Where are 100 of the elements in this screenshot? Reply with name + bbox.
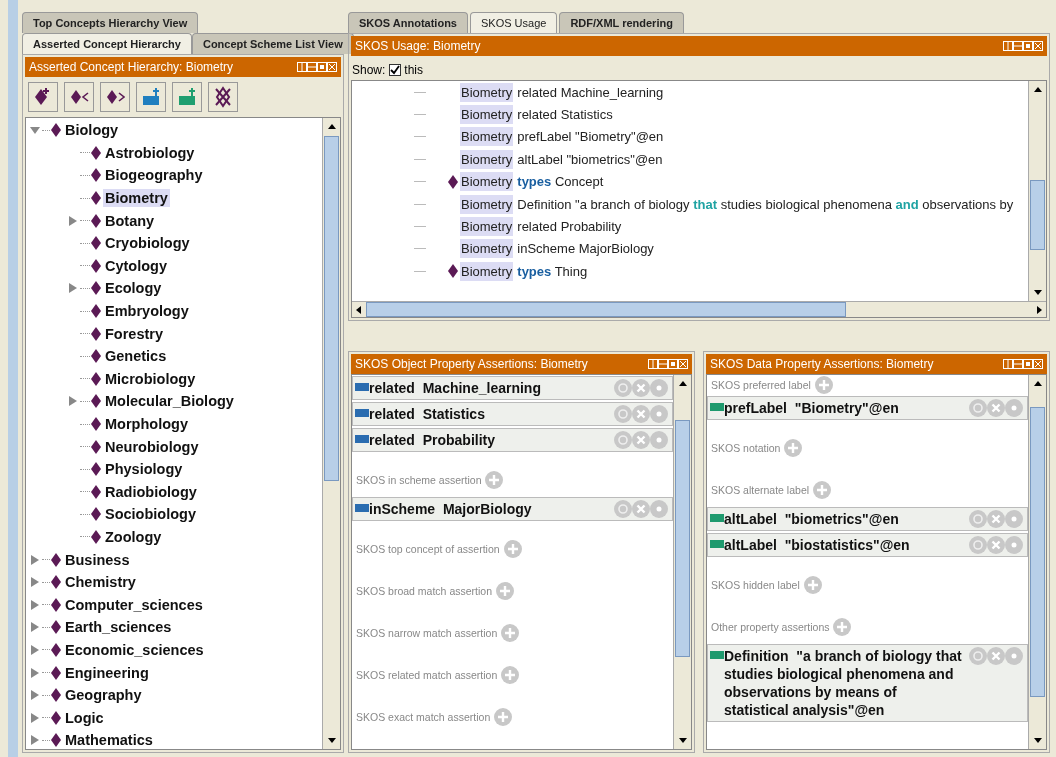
tree-item[interactable]: Genetics bbox=[103, 347, 169, 366]
tab[interactable]: Concept Scheme List View bbox=[191, 33, 354, 54]
collapsed-icon[interactable] bbox=[30, 577, 40, 588]
add-button[interactable] bbox=[803, 576, 822, 594]
vertical-scrollbar[interactable] bbox=[322, 118, 340, 749]
info-button[interactable] bbox=[650, 405, 668, 423]
tree-item[interactable]: Earth_sciences bbox=[63, 618, 174, 637]
delete-button[interactable] bbox=[987, 536, 1005, 554]
annotate-button[interactable] bbox=[969, 510, 987, 528]
horizontal-scrollbar[interactable] bbox=[352, 301, 1046, 317]
collapsed-icon[interactable] bbox=[30, 712, 40, 723]
tree-item[interactable]: Botany bbox=[103, 211, 157, 230]
tree-item[interactable]: Economic_sciences bbox=[63, 640, 206, 659]
tree-item[interactable]: Physiology bbox=[103, 460, 185, 479]
info-button[interactable] bbox=[1005, 647, 1023, 665]
delete-button[interactable] bbox=[632, 500, 650, 518]
annotate-button[interactable] bbox=[614, 379, 632, 397]
tab[interactable]: SKOS Annotations bbox=[348, 12, 468, 33]
scrollbar-thumb[interactable] bbox=[1030, 406, 1045, 698]
view-controls-icon[interactable] bbox=[1003, 41, 1043, 51]
add-button[interactable] bbox=[496, 582, 514, 600]
delete-button[interactable] bbox=[632, 431, 650, 449]
add-button[interactable] bbox=[485, 471, 504, 489]
add-button[interactable] bbox=[813, 481, 832, 499]
annotate-button[interactable] bbox=[614, 431, 632, 449]
tree-item[interactable]: Radiobiology bbox=[103, 482, 199, 501]
tree-item[interactable]: Molecular_Biology bbox=[103, 392, 236, 411]
view-controls-icon[interactable] bbox=[1003, 359, 1043, 369]
collapsed-icon[interactable] bbox=[30, 622, 40, 633]
collapsed-icon[interactable] bbox=[30, 735, 40, 746]
info-button[interactable] bbox=[650, 431, 668, 449]
tree-item[interactable]: Ecology bbox=[103, 279, 164, 298]
tree-item[interactable]: Computer_sciences bbox=[63, 595, 205, 614]
tree-item[interactable]: Logic bbox=[63, 708, 106, 727]
tab[interactable]: Asserted Concept Hierarchy bbox=[22, 33, 192, 54]
tree-item[interactable]: Engineering bbox=[63, 663, 151, 682]
delete-button[interactable] bbox=[632, 405, 650, 423]
collapsed-icon[interactable] bbox=[30, 554, 40, 565]
scrollbar-thumb[interactable] bbox=[366, 302, 846, 317]
view-controls-icon[interactable] bbox=[297, 62, 337, 72]
collapsed-icon[interactable] bbox=[30, 690, 40, 701]
collapsed-icon[interactable] bbox=[68, 396, 78, 407]
tree-item[interactable]: Microbiology bbox=[103, 369, 198, 388]
vertical-scrollbar[interactable] bbox=[1028, 375, 1046, 749]
add-button[interactable] bbox=[814, 376, 833, 394]
toolbar-button[interactable] bbox=[28, 82, 58, 112]
tree-item[interactable]: Zoology bbox=[103, 528, 164, 546]
scrollbar-thumb[interactable] bbox=[1030, 179, 1045, 250]
toolbar-button[interactable] bbox=[100, 82, 130, 112]
tree-item[interactable]: Cryobiology bbox=[103, 234, 192, 253]
collapsed-icon[interactable] bbox=[30, 644, 40, 655]
annotate-button[interactable] bbox=[614, 405, 632, 423]
expanded-icon[interactable] bbox=[30, 125, 40, 136]
info-button[interactable] bbox=[1005, 399, 1023, 417]
add-button[interactable] bbox=[833, 618, 852, 636]
collapsed-icon[interactable] bbox=[68, 215, 78, 226]
annotate-button[interactable] bbox=[614, 500, 632, 518]
info-button[interactable] bbox=[1005, 510, 1023, 528]
tab[interactable]: RDF/XML rendering bbox=[559, 12, 684, 33]
vertical-scrollbar[interactable] bbox=[1028, 81, 1046, 301]
toolbar-button[interactable] bbox=[64, 82, 94, 112]
tree-item[interactable]: Biogeography bbox=[103, 166, 205, 185]
tree-item[interactable]: Astrobiology bbox=[103, 143, 197, 162]
collapsed-icon[interactable] bbox=[30, 667, 40, 678]
annotate-button[interactable] bbox=[969, 399, 987, 417]
tree-item[interactable]: Geography bbox=[63, 686, 144, 705]
tree-item[interactable]: Business bbox=[63, 550, 132, 569]
toolbar-button[interactable] bbox=[208, 82, 238, 112]
annotate-button[interactable] bbox=[969, 536, 987, 554]
tree-item[interactable]: Neurobiology bbox=[103, 437, 201, 456]
tree-item[interactable]: Morphology bbox=[103, 415, 190, 433]
tab[interactable]: Top Concepts Hierarchy View bbox=[22, 12, 199, 33]
tree-item[interactable]: Embryology bbox=[103, 302, 191, 321]
delete-button[interactable] bbox=[987, 647, 1005, 665]
add-button[interactable] bbox=[503, 540, 522, 558]
add-button[interactable] bbox=[784, 439, 803, 457]
add-button[interactable] bbox=[501, 624, 520, 642]
vertical-scrollbar[interactable] bbox=[673, 375, 691, 749]
delete-button[interactable] bbox=[632, 379, 650, 397]
info-button[interactable] bbox=[650, 379, 668, 397]
info-button[interactable] bbox=[1005, 536, 1023, 554]
tree-item[interactable]: Cytology bbox=[103, 256, 170, 275]
collapsed-icon[interactable] bbox=[68, 283, 78, 294]
tree-item[interactable]: Biometry bbox=[103, 189, 170, 208]
delete-button[interactable] bbox=[987, 510, 1005, 528]
tree-item[interactable]: Chemistry bbox=[63, 573, 138, 592]
view-controls-icon[interactable] bbox=[648, 359, 688, 369]
tab[interactable]: SKOS Usage bbox=[470, 12, 558, 33]
show-checkbox[interactable]: this bbox=[389, 63, 424, 77]
tree-item[interactable]: Sociobiology bbox=[103, 505, 199, 524]
tree-item[interactable]: Mathematics bbox=[63, 731, 155, 749]
delete-button[interactable] bbox=[987, 399, 1005, 417]
info-button[interactable] bbox=[650, 500, 668, 518]
tree-item[interactable]: Forestry bbox=[103, 324, 166, 343]
annotate-button[interactable] bbox=[969, 647, 987, 665]
collapsed-icon[interactable] bbox=[30, 599, 40, 610]
tree-item[interactable]: Biology bbox=[63, 121, 121, 140]
add-button[interactable] bbox=[501, 666, 520, 684]
scrollbar-thumb[interactable] bbox=[675, 420, 690, 657]
scrollbar-thumb[interactable] bbox=[324, 136, 339, 482]
